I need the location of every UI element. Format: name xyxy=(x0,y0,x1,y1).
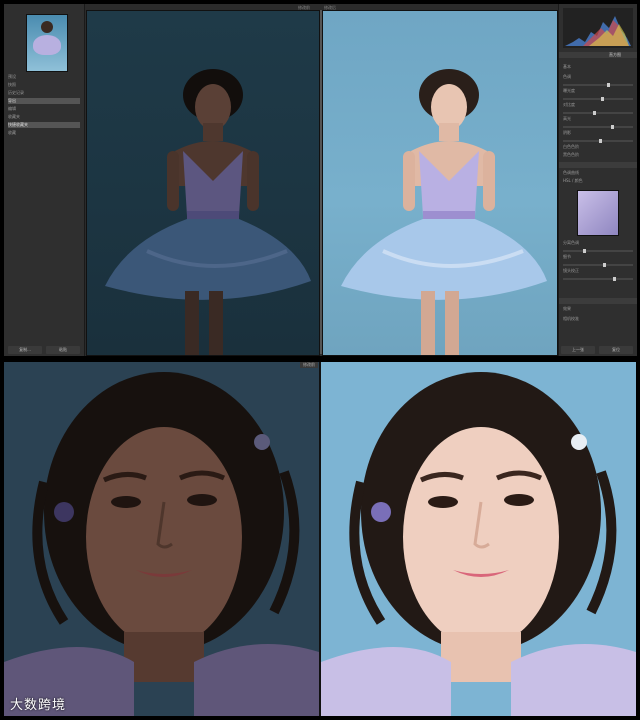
highlights-slider[interactable] xyxy=(563,111,633,115)
panel-row[interactable]: 细节 xyxy=(563,254,633,260)
closeup-after xyxy=(321,362,636,716)
after-photo xyxy=(322,10,558,356)
navigator-thumbnail[interactable] xyxy=(26,14,68,72)
panel-row: 白色色阶 xyxy=(563,144,579,149)
left-panel-row[interactable]: 快照 xyxy=(8,82,80,88)
detail-slider[interactable] xyxy=(563,263,633,267)
panel-row: 色调 xyxy=(563,74,571,79)
closeup-comparison: 修改前 修改后 xyxy=(4,362,636,716)
panel-header[interactable] xyxy=(559,162,637,168)
left-panel-row[interactable]: 预设 xyxy=(8,74,80,80)
lens-slider[interactable] xyxy=(563,277,633,281)
panel-row[interactable]: HSL / 颜色 xyxy=(563,178,633,184)
preset-thumbnail[interactable] xyxy=(577,190,619,236)
panel-row: 对比度 xyxy=(563,102,575,107)
left-panel-row[interactable]: 编辑 xyxy=(8,106,80,112)
whites-slider[interactable] xyxy=(563,139,633,143)
panel-row[interactable]: 色调曲线 xyxy=(563,170,633,176)
before-photo xyxy=(86,10,320,356)
panel-row: 黑色色阶 xyxy=(563,152,579,157)
watermark-text: 大数跨境 xyxy=(10,698,67,713)
right-panel: 直方图 基本 色调 曝光度 对比度 高光 阴影 白色色阶 黑色色阶 色调曲线 H… xyxy=(558,4,637,356)
exposure-slider[interactable] xyxy=(563,83,633,87)
panel-row: 高光 xyxy=(563,116,571,121)
left-panel-row-selected[interactable]: 导出 xyxy=(8,98,80,104)
contrast-slider[interactable] xyxy=(563,97,633,101)
left-panel: 预设 快照 历史记录 导出 编辑 收藏夹 快捷收藏夹 收藏 复制... 粘贴 xyxy=(4,4,85,356)
previous-button[interactable]: 上一张 xyxy=(561,346,595,354)
left-panel-row-selected[interactable]: 快捷收藏夹 xyxy=(8,122,80,128)
panel-header[interactable]: 直方图 xyxy=(559,52,637,58)
left-panel-row[interactable]: 收藏夹 xyxy=(8,114,80,120)
lightroom-window: 预设 快照 历史记录 导出 编辑 收藏夹 快捷收藏夹 收藏 复制... 粘贴 修… xyxy=(4,4,637,356)
copy-button[interactable]: 复制... xyxy=(8,346,42,354)
left-panel-row[interactable]: 收藏 xyxy=(8,130,80,136)
split-tone-slider[interactable] xyxy=(563,249,633,253)
panel-row: 阴影 xyxy=(563,130,571,135)
closeup-before xyxy=(4,362,319,716)
histogram-title: 直方图 xyxy=(609,52,621,57)
panel-row[interactable]: 镜头校正 xyxy=(563,268,633,274)
panel-row[interactable]: 效果 xyxy=(563,306,633,312)
histogram xyxy=(563,8,633,48)
panel-header[interactable] xyxy=(559,298,637,304)
before-tag: 修改前 xyxy=(300,362,318,368)
shadows-slider[interactable] xyxy=(563,125,633,129)
left-panel-row[interactable]: 历史记录 xyxy=(8,90,80,96)
panel-row: 曝光度 xyxy=(563,88,575,93)
panel-row[interactable]: 分离色调 xyxy=(563,240,633,246)
panel-row[interactable]: 相机校准 xyxy=(563,316,633,322)
reset-button[interactable]: 复位 xyxy=(599,346,633,354)
paste-button[interactable]: 粘贴 xyxy=(46,346,80,354)
panel-row[interactable]: 基本 xyxy=(563,64,633,70)
